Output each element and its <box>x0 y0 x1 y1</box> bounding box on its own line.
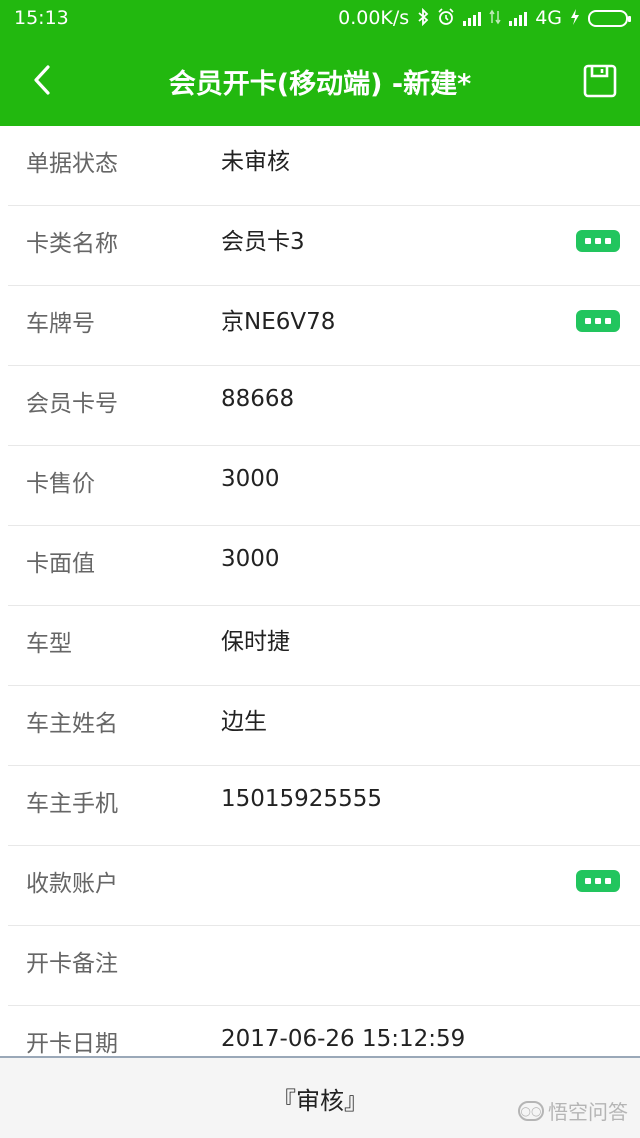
save-icon <box>583 64 617 98</box>
form-row-owner-name[interactable]: 车主姓名 边生 <box>8 686 640 766</box>
field-label: 车主手机 <box>26 791 118 817</box>
card-type-picker-button[interactable] <box>576 230 620 252</box>
form-row-card-number[interactable]: 会员卡号 88668 <box>8 366 640 446</box>
battery-icon <box>588 9 631 27</box>
field-value[interactable]: 边生 <box>221 686 267 752</box>
app-screen: 15:13 0.00K/s 4G 会员开卡(移动端) -新建* 单据状态 未审核… <box>0 0 640 1138</box>
form-row-open-date[interactable]: 开卡日期 2017-06-26 15:12:59 <box>8 1006 640 1056</box>
back-button[interactable] <box>20 58 64 102</box>
network-type: 4G <box>535 7 562 29</box>
dot-icon <box>595 318 601 324</box>
form-row-plate-number[interactable]: 车牌号 京NE6V78 <box>8 286 640 366</box>
data-arrows-icon <box>489 9 501 28</box>
dot-icon <box>595 878 601 884</box>
dot-icon <box>585 878 591 884</box>
dot-icon <box>605 238 611 244</box>
form-row-sale-price[interactable]: 卡售价 3000 <box>8 446 640 526</box>
dot-icon <box>585 238 591 244</box>
signal-icon-2 <box>509 10 528 26</box>
alarm-icon <box>437 7 455 29</box>
field-value[interactable]: 会员卡3 <box>221 206 305 272</box>
field-label: 车主姓名 <box>26 711 118 737</box>
field-label: 单据状态 <box>26 151 118 177</box>
dot-icon <box>595 238 601 244</box>
field-value: 未审核 <box>221 149 290 175</box>
field-label: 开卡备注 <box>26 951 118 977</box>
field-label: 车牌号 <box>26 311 95 337</box>
field-value[interactable]: 3000 <box>221 446 280 512</box>
watermark-text: 悟空问答 <box>548 1100 628 1124</box>
signal-icon <box>463 10 482 26</box>
field-value[interactable]: 3000 <box>221 526 280 592</box>
field-value[interactable]: 88668 <box>221 366 294 432</box>
dot-icon <box>585 318 591 324</box>
app-bar: 会员开卡(移动端) -新建* <box>0 36 640 126</box>
field-label: 车型 <box>26 631 72 657</box>
status-indicators: 0.00K/s 4G <box>338 7 631 29</box>
form-row-remark[interactable]: 开卡备注 <box>8 926 640 1006</box>
save-button[interactable] <box>580 61 620 101</box>
field-label: 卡类名称 <box>26 231 118 257</box>
form-row-card-type[interactable]: 卡类名称 会员卡3 <box>8 206 640 286</box>
audit-button[interactable]: 『审核』 <box>248 1073 392 1124</box>
field-value[interactable]: 保时捷 <box>221 606 290 672</box>
field-label: 卡售价 <box>26 471 95 497</box>
field-label: 开卡日期 <box>26 1031 118 1056</box>
field-value[interactable]: 京NE6V78 <box>221 286 335 352</box>
net-speed: 0.00K/s <box>338 7 410 29</box>
form-row-face-value[interactable]: 卡面值 3000 <box>8 526 640 606</box>
status-time: 15:13 <box>14 7 69 29</box>
card-form: 单据状态 未审核 卡类名称 会员卡3 车牌号 京NE6V78 会员卡号 8866… <box>0 126 640 1056</box>
page-title: 会员开卡(移动端) -新建* <box>168 68 472 100</box>
form-row-status: 单据状态 未审核 <box>8 126 640 206</box>
bluetooth-icon <box>417 7 429 29</box>
plate-picker-button[interactable] <box>576 310 620 332</box>
form-row-owner-phone[interactable]: 车主手机 15015925555 <box>8 766 640 846</box>
field-label: 会员卡号 <box>26 391 118 417</box>
field-value[interactable]: 2017-06-26 15:12:59 <box>221 1006 465 1056</box>
status-bar: 15:13 0.00K/s 4G <box>0 0 640 36</box>
form-row-payment-account[interactable]: 收款账户 <box>8 846 640 926</box>
dot-icon <box>605 318 611 324</box>
watermark: ○○ 悟空问答 <box>518 1096 628 1125</box>
dot-icon <box>605 878 611 884</box>
field-label: 收款账户 <box>26 871 118 897</box>
field-value[interactable]: 15015925555 <box>221 766 382 832</box>
charging-icon <box>570 8 580 28</box>
chevron-left-icon <box>34 65 50 95</box>
account-picker-button[interactable] <box>576 870 620 892</box>
form-row-car-model[interactable]: 车型 保时捷 <box>8 606 640 686</box>
field-label: 卡面值 <box>26 551 95 577</box>
watermark-logo-icon: ○○ <box>518 1100 544 1121</box>
